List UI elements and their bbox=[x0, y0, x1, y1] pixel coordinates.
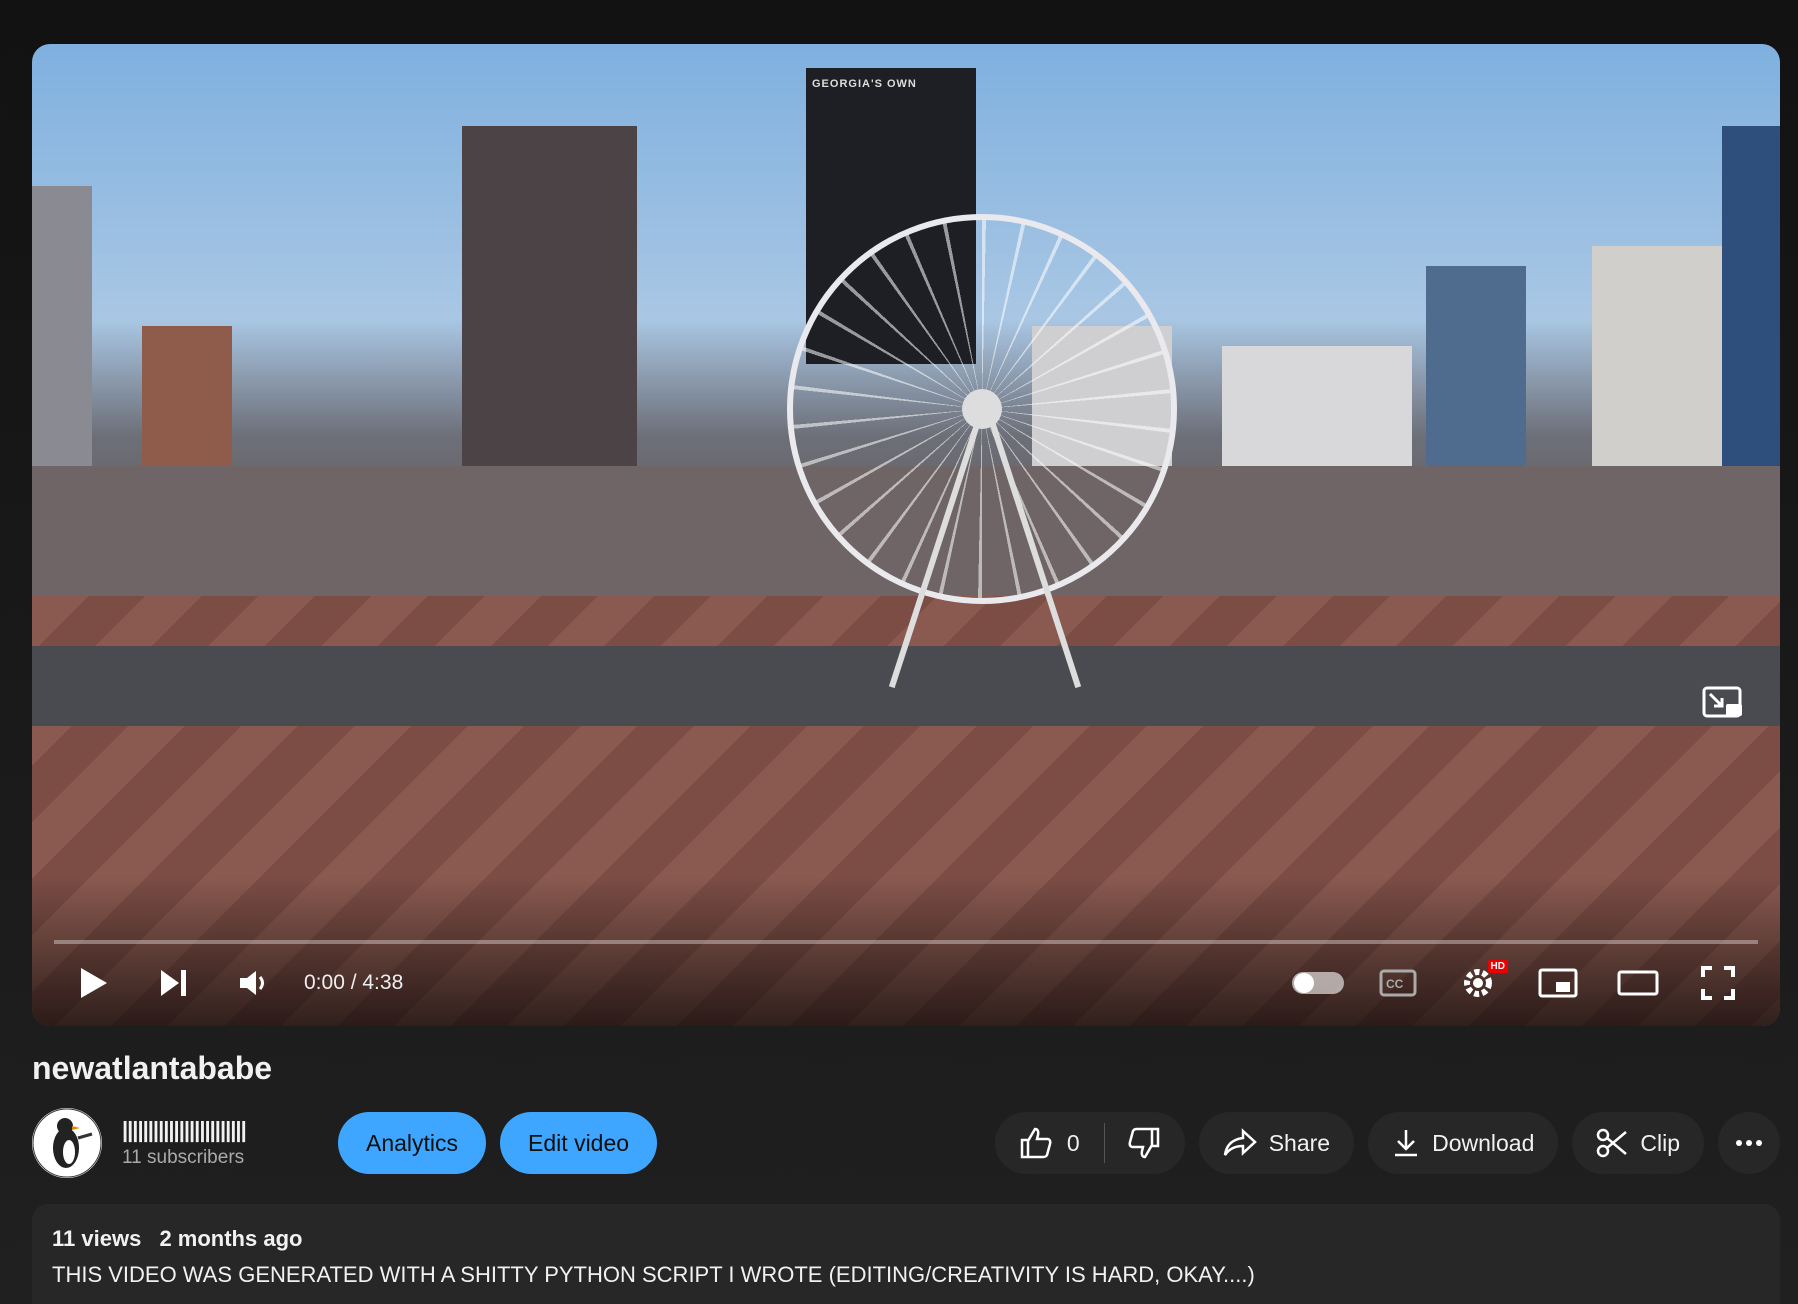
edit-video-button[interactable]: Edit video bbox=[500, 1112, 658, 1174]
progress-bar[interactable] bbox=[54, 940, 1758, 944]
like-button[interactable]: 0 bbox=[995, 1112, 1104, 1174]
upload-date: 2 months ago bbox=[159, 1226, 303, 1251]
like-count: 0 bbox=[1066, 1129, 1080, 1156]
play-icon bbox=[81, 968, 107, 998]
settings-button[interactable]: HD bbox=[1438, 952, 1518, 1014]
avatar[interactable] bbox=[32, 1108, 102, 1178]
next-button[interactable] bbox=[134, 952, 214, 1014]
description-meta: 11 views 2 months ago bbox=[52, 1226, 1760, 1252]
like-icon bbox=[1020, 1127, 1052, 1159]
clip-button[interactable]: Clip bbox=[1572, 1112, 1704, 1174]
share-icon bbox=[1223, 1128, 1257, 1156]
theater-button[interactable] bbox=[1598, 952, 1678, 1014]
captions-button[interactable]: CC bbox=[1358, 952, 1438, 1014]
captions-icon: CC bbox=[1379, 969, 1417, 997]
download-icon bbox=[1395, 1130, 1418, 1157]
play-button[interactable] bbox=[54, 952, 134, 1014]
share-button[interactable]: Share bbox=[1198, 1112, 1355, 1174]
description-text: THIS VIDEO WAS GENERATED WITH A SHITTY P… bbox=[52, 1262, 1255, 1287]
svg-text:CC: CC bbox=[1386, 977, 1404, 991]
like-dislike-group: 0 bbox=[994, 1112, 1185, 1174]
miniplayer-restore-button[interactable] bbox=[1698, 678, 1750, 730]
miniplayer-button[interactable] bbox=[1518, 952, 1598, 1014]
video-title: newatlantababe bbox=[32, 1050, 273, 1086]
clip-icon bbox=[1597, 1128, 1628, 1158]
autoplay-toggle[interactable] bbox=[1278, 952, 1358, 1014]
miniplayer-icon bbox=[1538, 968, 1578, 998]
fullscreen-icon bbox=[1701, 966, 1735, 1000]
description-box[interactable]: 11 views 2 months ago THIS VIDEO WAS GEN… bbox=[32, 1204, 1780, 1304]
clip-label: Clip bbox=[1640, 1129, 1680, 1156]
analytics-button[interactable]: Analytics bbox=[338, 1112, 487, 1174]
fullscreen-button[interactable] bbox=[1678, 952, 1758, 1014]
miniplayer-restore-icon bbox=[1702, 686, 1742, 718]
dislike-icon bbox=[1128, 1127, 1159, 1159]
penguin-avatar-icon bbox=[32, 1108, 102, 1178]
owner-row: |||||||||||||||||||||||| 11 subscribers … bbox=[32, 1108, 1780, 1178]
time-display: 0:00 / 4:38 bbox=[304, 971, 404, 994]
dislike-button[interactable] bbox=[1105, 1112, 1185, 1174]
subscriber-count: 11 subscribers bbox=[122, 1147, 245, 1168]
next-icon bbox=[161, 970, 186, 996]
theater-icon bbox=[1617, 970, 1659, 996]
channel-name[interactable]: |||||||||||||||||||||||| bbox=[122, 1117, 302, 1143]
more-icon bbox=[1736, 1140, 1762, 1146]
player-controls: 0:00 / 4:38 CC HD bbox=[54, 952, 1758, 1014]
more-actions-button[interactable] bbox=[1718, 1112, 1780, 1174]
video-player[interactable]: GEORGIA'S OWN 0:00 / 4:38 CC HD bbox=[32, 44, 1780, 1026]
download-button[interactable]: Download bbox=[1368, 1112, 1559, 1174]
share-label: Share bbox=[1268, 1129, 1331, 1156]
download-label: Download bbox=[1432, 1129, 1535, 1156]
volume-button[interactable] bbox=[214, 952, 294, 1014]
volume-icon bbox=[240, 971, 264, 995]
view-count: 11 views bbox=[52, 1226, 142, 1251]
hd-badge: HD bbox=[1487, 960, 1508, 973]
